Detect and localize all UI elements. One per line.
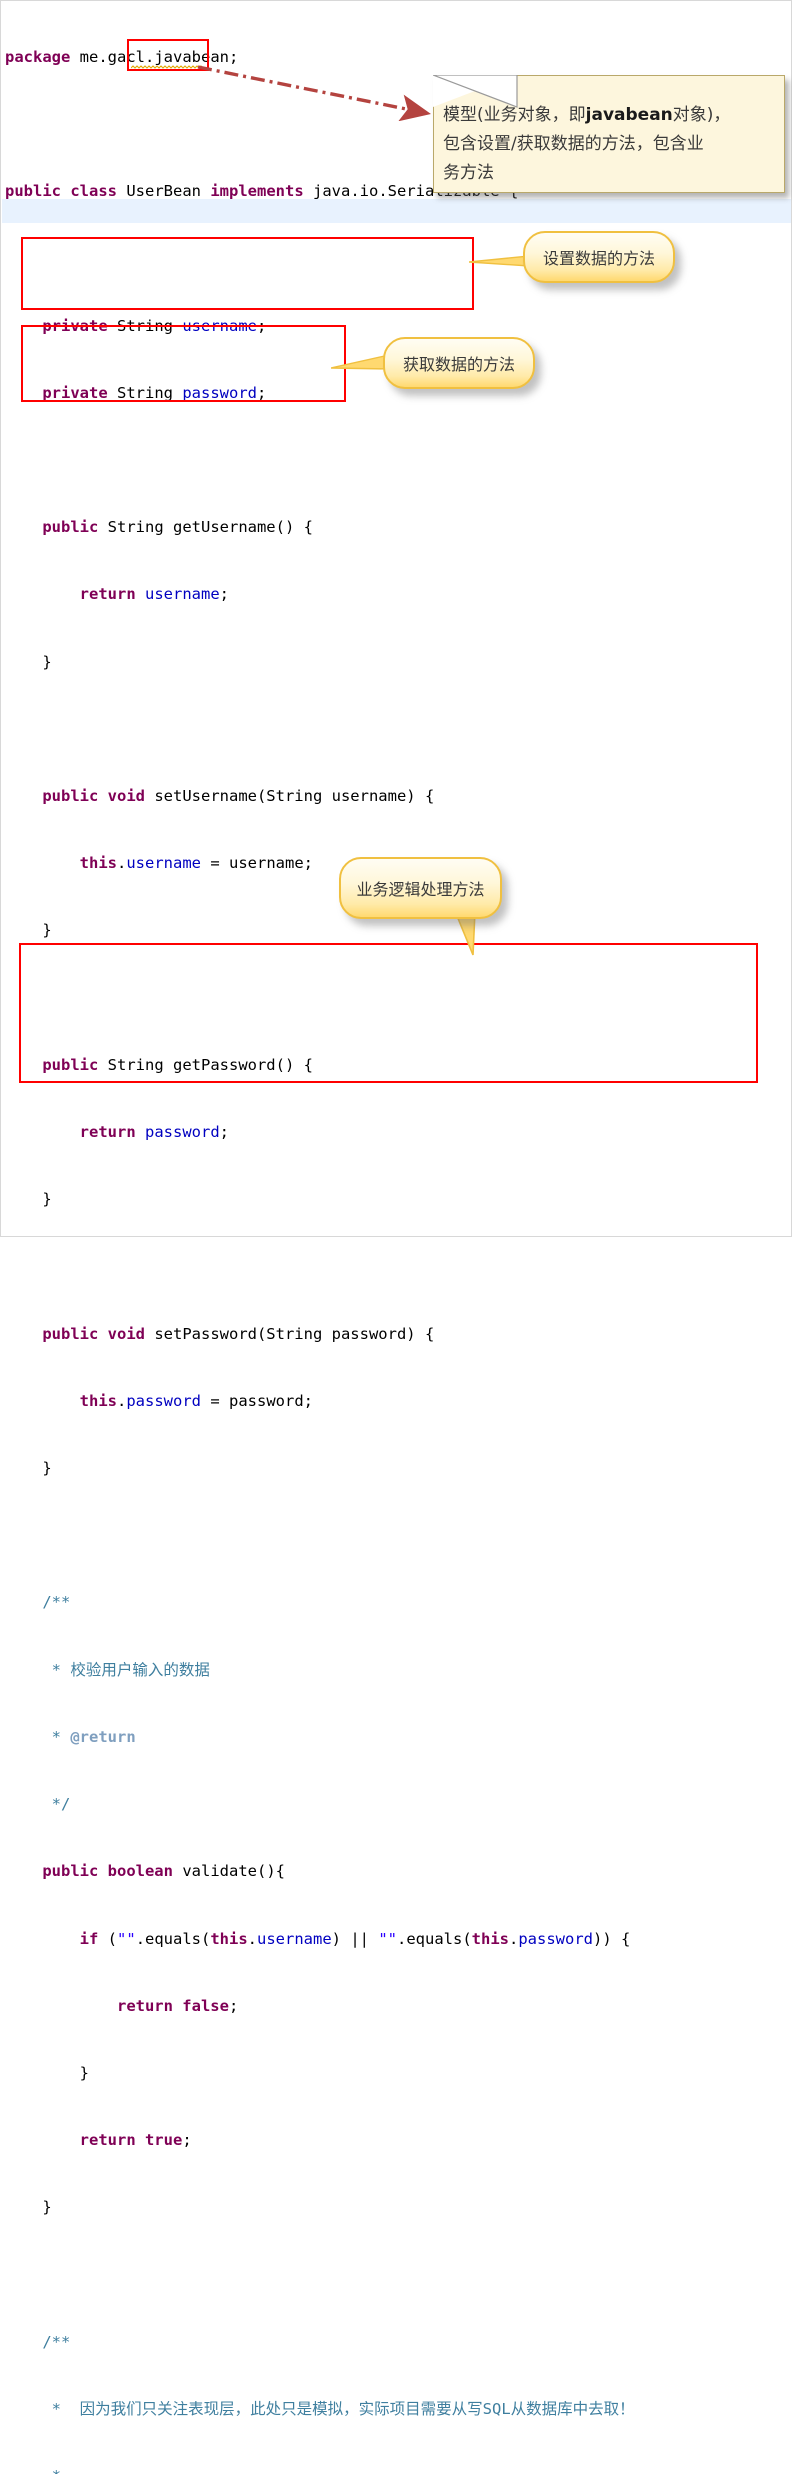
- callout-setter-bubble: 设置数据的方法: [523, 231, 681, 290]
- code-line-33: }: [42, 2198, 52, 2217]
- bubble-body: 设置数据的方法: [523, 231, 675, 283]
- code-line-12: public void setUsername(String username)…: [42, 787, 435, 806]
- code-line-32: return true;: [79, 2131, 192, 2150]
- highlight-box-get-password-method: [21, 325, 346, 402]
- code-line-30: return false;: [116, 1996, 239, 2015]
- code-line-17: return password;: [79, 1123, 229, 1142]
- code-line-36: * 因为我们只关注表现层，此处只是模拟，实际项目需要从写SQL从数据库中去取！: [51, 2399, 635, 2418]
- code-line-18: }: [42, 1190, 52, 1209]
- highlight-box-set-username-method: [21, 237, 474, 310]
- code-line-8: public String getUsername() {: [42, 518, 313, 537]
- note-line-2: 包含设置/获取数据的方法，包含业: [443, 134, 704, 154]
- code-line-20: public void setPassword(String password)…: [42, 1324, 435, 1343]
- bubble-label: 业务逻辑处理方法: [356, 880, 485, 899]
- code-line-9: return username;: [79, 585, 229, 604]
- bubble-label: 设置数据的方法: [542, 249, 655, 268]
- bubble-body: 业务逻辑处理方法: [339, 857, 502, 919]
- callout-tail-getter-icon: [331, 354, 390, 370]
- note-line-3: 务方法: [443, 163, 494, 183]
- bubble-body: 获取数据的方法: [383, 337, 535, 389]
- code-line-25: * 校验用户输入的数据: [51, 1660, 210, 1679]
- dash-dot-arrow-icon: [197, 65, 431, 121]
- code-line-26: * @return: [51, 1727, 136, 1746]
- code-line-22: }: [42, 1459, 52, 1478]
- note-text: 模型(业务对象，即javabean对象)， 包含设置/获取数据的方法，包含业 务…: [443, 101, 779, 188]
- code-line-21: this.password = password;: [79, 1391, 313, 1410]
- callout-business-bubble: 业务逻辑处理方法: [339, 857, 508, 926]
- bubble-label: 获取数据的方法: [402, 355, 515, 374]
- callout-getter-bubble: 获取数据的方法: [383, 337, 541, 396]
- callout-tail-setter-icon: [469, 255, 530, 267]
- highlight-box-login-method: [19, 943, 758, 1083]
- callout-model-note: 模型(业务对象，即javabean对象)， 包含设置/获取数据的方法，包含业 务…: [433, 75, 789, 198]
- code-screenshot-page: package me.gacl.javabean; public class U…: [0, 0, 792, 2474]
- code-line-29: if ("".equals(this.username) || "".equal…: [79, 1929, 631, 1948]
- note-line-1: 模型(业务对象，即javabean对象)，: [443, 105, 731, 125]
- code-line-27: */: [51, 1795, 71, 1814]
- code-line-35: /**: [42, 2332, 71, 2351]
- code-line-10: }: [42, 652, 52, 671]
- code-line-28: public boolean validate(){: [42, 1862, 285, 1881]
- code-line-31: }: [79, 2063, 89, 2082]
- code-line-37: *: [5, 2465, 792, 2474]
- code-line-24: /**: [42, 1593, 71, 1612]
